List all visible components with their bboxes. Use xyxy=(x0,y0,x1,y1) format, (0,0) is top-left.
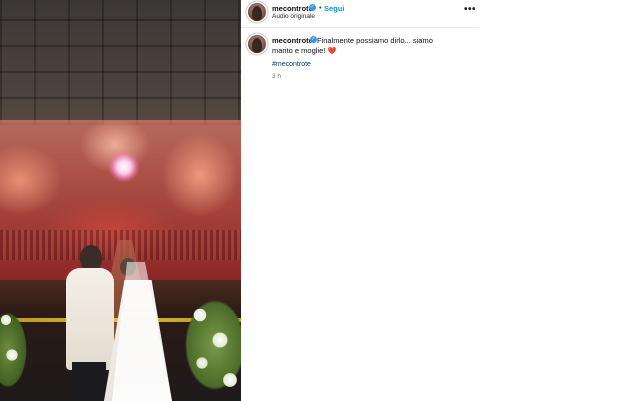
post-header: mecontrote ✓ • Segui Audio originale ••• xyxy=(241,0,479,26)
hashtag-link[interactable]: #mecontrote xyxy=(272,61,311,68)
post-timestamp[interactable]: 3 h xyxy=(272,73,281,80)
arena-ceiling xyxy=(0,0,241,125)
header-username[interactable]: mecontrote xyxy=(272,4,313,13)
avatar[interactable] xyxy=(248,3,266,21)
groom-jacket xyxy=(66,268,114,370)
spotlight xyxy=(109,152,139,182)
verified-badge-icon: ✓ xyxy=(310,36,317,43)
groom-pants xyxy=(72,362,106,401)
verified-badge-icon: ✓ xyxy=(309,4,316,11)
audio-link[interactable]: Audio originale xyxy=(272,13,315,20)
separator-dot: • xyxy=(319,3,322,12)
more-options-icon[interactable]: ••• xyxy=(464,4,476,15)
flower-bouquet-right xyxy=(180,285,241,401)
header-divider xyxy=(241,27,479,28)
caption-avatar[interactable] xyxy=(248,35,266,53)
flower-bouquet-left xyxy=(0,300,32,401)
heart-emoji: ❤️ xyxy=(327,48,337,55)
caption-username[interactable]: mecontrote xyxy=(272,36,313,45)
post-media-image[interactable] xyxy=(0,0,241,401)
follow-button[interactable]: Segui xyxy=(324,4,344,13)
post-side-panel: mecontrote ✓ • Segui Audio originale •••… xyxy=(241,0,640,401)
